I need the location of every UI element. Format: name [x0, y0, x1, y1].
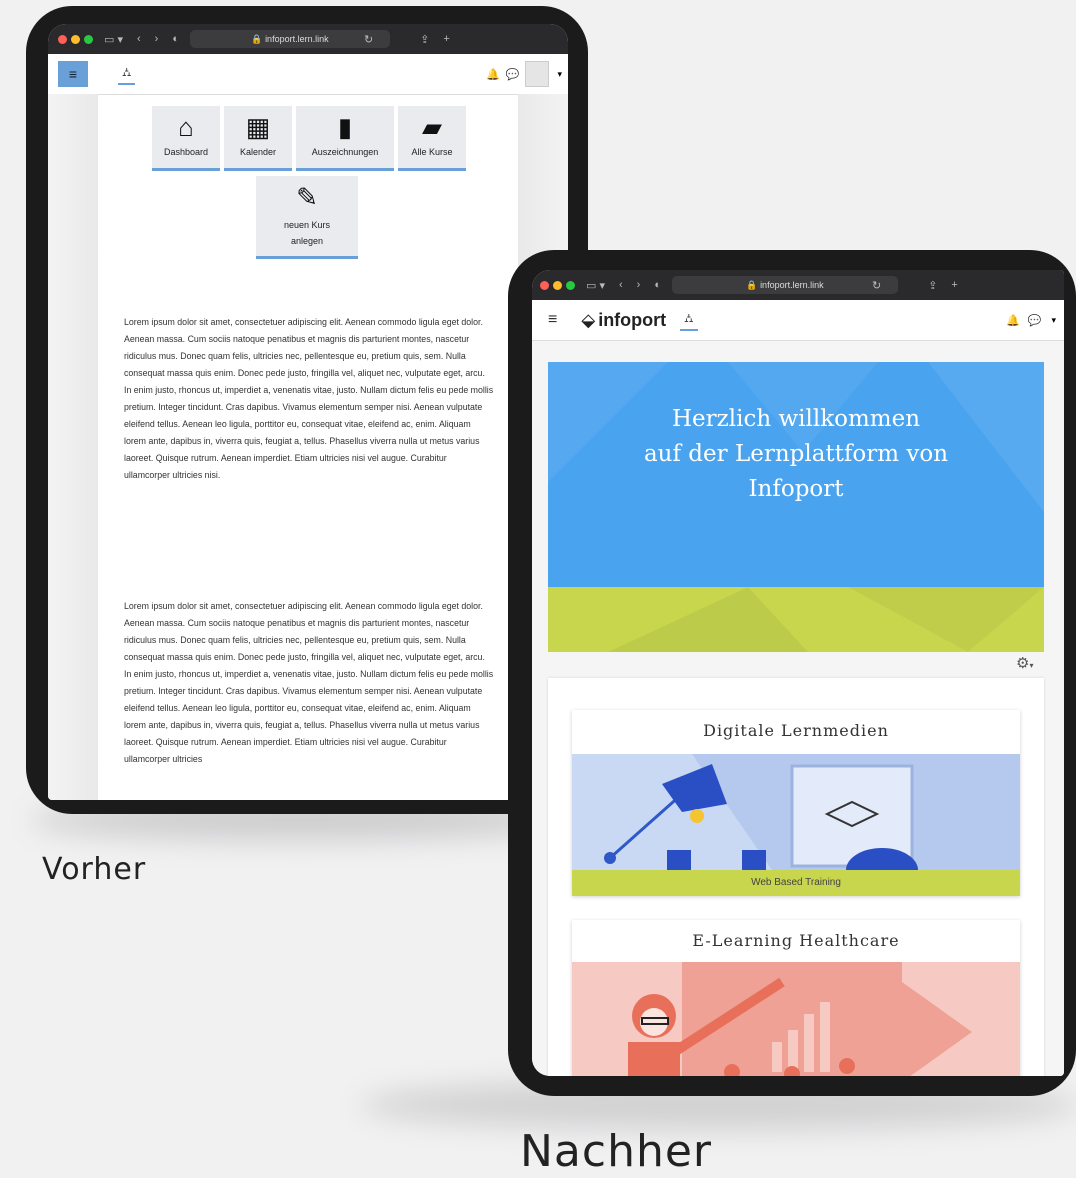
before-moodle-navbar: ≡ ⛼ 🔔 💬 ▾: [48, 54, 568, 95]
lock-icon: 🔒: [251, 33, 266, 44]
messages-icon[interactable]: 💬: [506, 68, 520, 81]
after-moodle-navbar: ≡ ⬙ infoport ⛼ 🔔 💬 ▾: [532, 300, 1064, 341]
forward-icon[interactable]: ›: [637, 279, 641, 291]
course-card-e-learning-healthcare[interactable]: E-Learning Healthcare: [572, 920, 1020, 1076]
notification-bell-icon[interactable]: 🔔: [1006, 314, 1020, 327]
privacy-shield-icon[interactable]: ◐: [654, 279, 661, 291]
book-icon: ▰: [422, 112, 442, 142]
reload-icon[interactable]: ↻: [364, 33, 373, 46]
lamp-illustration: [604, 754, 1020, 870]
tile-label: Dashboard: [163, 147, 209, 157]
course-card-tag: Web Based Training: [572, 870, 1020, 896]
course-card-title: Digitale Lernmedien: [703, 721, 889, 740]
tile-label: Kalender: [239, 147, 277, 157]
course-card-image: [572, 754, 1020, 870]
sidebar-toggle-icon[interactable]: ▭ ▾: [586, 279, 605, 292]
url-text: infoport.lern.link: [760, 280, 824, 290]
after-screen: ▭ ▾ ‹ › ◐ 🔒 infoport.lern.link ↻ ⇪ + ≡ ⬙…: [532, 270, 1064, 1076]
hero-heading: Herzlich willkommen auf der Lernplattfor…: [548, 402, 1044, 507]
course-tag-label: Web Based Training: [751, 877, 841, 888]
messages-icon[interactable]: 💬: [1028, 314, 1042, 327]
tile-alle-kurse[interactable]: ▰ Alle Kurse: [398, 106, 466, 171]
presenter-illustration: [628, 962, 972, 1076]
lorem-paragraph-2: Lorem ipsum dolor sit amet, consectetuer…: [124, 601, 494, 764]
sidebar-toggle-icon[interactable]: ▭ ▾: [104, 33, 123, 46]
infoport-logo-icon: ⬙: [581, 309, 596, 330]
before-caption: Vorher: [42, 852, 147, 887]
sitemap-icon[interactable]: ⛼: [680, 309, 698, 331]
lorem-paragraph-1: Lorem ipsum dolor sit amet, consectetuer…: [124, 317, 494, 480]
before-browser-toolbar: ▭ ▾ ‹ › ◐ 🔒 infoport.lern.link ↻ ⇪ +: [48, 24, 568, 54]
after-tablet: ▭ ▾ ‹ › ◐ 🔒 infoport.lern.link ↻ ⇪ + ≡ ⬙…: [508, 250, 1076, 1096]
sitemap-icon[interactable]: ⛼: [118, 63, 136, 85]
url-text: infoport.lern.link: [265, 34, 329, 44]
tile-label: Auszeichnungen: [311, 147, 379, 157]
left-gutter: [48, 94, 98, 800]
after-url-bar[interactable]: 🔒 infoport.lern.link: [671, 276, 898, 294]
share-icon[interactable]: ⇪: [420, 33, 429, 46]
after-browser-toolbar: ▭ ▾ ‹ › ◐ 🔒 infoport.lern.link ↻ ⇪ +: [532, 270, 1064, 300]
share-icon[interactable]: ⇪: [928, 279, 937, 292]
course-card-digitale-lernmedien[interactable]: Digitale Lernmedien Web Based Training: [572, 710, 1020, 896]
hero-line-3: Infoport: [748, 476, 844, 502]
new-tab-icon[interactable]: +: [951, 279, 957, 291]
reload-icon[interactable]: ↻: [872, 279, 881, 292]
hero-line-2: auf der Lernplattform von: [643, 441, 949, 467]
user-menu-chevron-icon[interactable]: ▾: [1051, 315, 1056, 326]
calendar-icon: ▦: [245, 112, 271, 142]
tile-label: neuen Kurs anlegen: [283, 220, 331, 246]
before-url-bar[interactable]: 🔒 infoport.lern.link: [189, 30, 390, 48]
course-card-image: [572, 962, 1020, 1076]
before-tablet: ▭ ▾ ‹ › ◐ 🔒 infoport.lern.link ↻ ⇪ + ≡ ⛼…: [26, 6, 588, 814]
user-menu-chevron-icon[interactable]: ▾: [557, 69, 562, 80]
forward-icon[interactable]: ›: [155, 33, 159, 45]
settings-gear-icon[interactable]: ⚙▾: [1016, 654, 1033, 672]
notification-bell-icon[interactable]: 🔔: [486, 68, 500, 81]
back-icon[interactable]: ‹: [137, 33, 141, 45]
tile-label: Alle Kurse: [411, 147, 453, 157]
after-caption: Nachher: [520, 1126, 713, 1177]
avatar[interactable]: [525, 61, 550, 87]
privacy-shield-icon[interactable]: ◐: [172, 33, 179, 45]
tile-auszeichnungen[interactable]: ▮ Auszeichnungen: [296, 106, 394, 171]
menu-toggle-button[interactable]: ≡: [58, 61, 88, 87]
back-icon[interactable]: ‹: [619, 279, 623, 291]
new-tab-icon[interactable]: +: [443, 33, 449, 45]
before-screen: ▭ ▾ ‹ › ◐ 🔒 infoport.lern.link ↻ ⇪ + ≡ ⛼…: [48, 24, 568, 800]
edit-icon: ✎: [296, 182, 318, 212]
menu-toggle-button[interactable]: ≡: [548, 311, 557, 329]
welcome-hero: Herzlich willkommen auf der Lernplattfor…: [548, 362, 1044, 652]
bookmark-icon: ▮: [337, 112, 353, 142]
infoport-logo-text[interactable]: infoport: [598, 310, 666, 331]
course-card-title: E-Learning Healthcare: [692, 931, 900, 950]
home-icon: ⌂: [178, 112, 194, 142]
tile-dashboard[interactable]: ⌂ Dashboard: [152, 106, 220, 171]
lock-icon: 🔒: [746, 279, 761, 290]
hero-line-1: Herzlich willkommen: [671, 406, 921, 432]
tile-neuen-kurs[interactable]: ✎ neuen Kurs anlegen: [256, 176, 358, 259]
tile-kalender[interactable]: ▦ Kalender: [224, 106, 292, 171]
